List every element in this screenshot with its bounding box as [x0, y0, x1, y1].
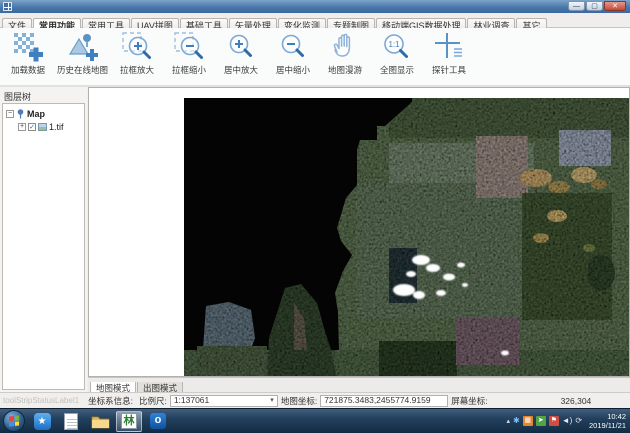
toolbar-button-label: 探针工具	[432, 64, 466, 76]
layer-node-label: 1.tif	[49, 122, 64, 132]
box-zoom-in-icon	[121, 31, 153, 63]
close-button[interactable]: ✕	[604, 1, 626, 11]
status-strip-label: toolStripStatusLabel1	[3, 396, 79, 405]
toolbar-button-label: 全图显示	[380, 64, 414, 76]
windows-logo-icon	[9, 415, 19, 426]
taskbar-button-capture-app[interactable]: o	[145, 411, 171, 432]
map-coord-label: 地图坐标:	[281, 395, 317, 407]
center-zoom-in-icon	[225, 31, 257, 63]
pan-hand-icon	[329, 31, 361, 63]
layer-visibility-checkbox[interactable]: ✓	[28, 123, 36, 131]
layer-tree-node-1.tif[interactable]: +✓ 1.tif	[18, 120, 84, 133]
box-zoom-out-icon	[173, 31, 205, 63]
history-online-map-icon	[67, 31, 99, 63]
map-coord-field[interactable]: 721875.3483,2455774.9159	[320, 395, 448, 407]
chevron-down-icon[interactable]: ▾	[270, 395, 274, 406]
toolbar-button-label: 地图漫游	[328, 64, 362, 76]
probe-tool-icon	[433, 31, 465, 63]
tray-icons: ✱▦➤⚑◄)⟳	[513, 416, 582, 426]
windows-taskbar: ★ 林o ▴ ✱▦➤⚑◄)⟳ 10:42 2019/11/21	[0, 408, 630, 433]
status-bar: toolStripStatusLabel1 坐标系信息: 比例尺: 1:1370…	[0, 392, 630, 408]
toolbar-button-label: 拉框缩小	[172, 64, 206, 76]
crs-label: 坐标系信息:	[88, 395, 133, 407]
map-pin-icon	[16, 109, 25, 119]
tree-expander-icon[interactable]: −	[6, 110, 14, 118]
scale-combobox[interactable]: 1:137061 ▾	[170, 395, 278, 407]
start-button[interactable]	[3, 410, 25, 432]
map-canvas[interactable]	[88, 87, 630, 377]
scale-label: 比例尺:	[139, 395, 167, 407]
layer-panel: 图层树 − Map+✓ 1.tif	[0, 87, 87, 392]
tray-snowflake-icon[interactable]: ✱	[513, 416, 520, 426]
screen-coord-value: 326,304	[561, 396, 592, 406]
toolbar-full-extent-button[interactable]: 1:1 全图显示	[371, 30, 423, 77]
map-raster	[89, 88, 630, 377]
taskbar-button-notepad-app[interactable]	[58, 411, 84, 432]
maximize-button[interactable]: ▢	[586, 1, 603, 11]
tray-volume-icon[interactable]: ◄)	[562, 416, 573, 426]
layer-tree: − Map+✓ 1.tif	[2, 103, 85, 390]
toolbar-button-label: 历史在线地图	[57, 64, 108, 76]
center-zoom-out-icon	[277, 31, 309, 63]
tray-green-icon[interactable]: ➤	[536, 416, 546, 426]
layer-panel-title: 图层树	[0, 87, 87, 103]
toolbar-pan-hand-button[interactable]: 地图漫游	[319, 30, 371, 77]
system-tray: ▴ ✱▦➤⚑◄)⟳ 10:42 2019/11/21	[507, 412, 630, 430]
toolbar-button-label: 加载数据	[11, 64, 45, 76]
layer-tree-node-Map[interactable]: − Map	[6, 107, 84, 120]
ribbon-toolbar: 加载数据历史在线地图拉框放大 拉框缩小 居中放大 居中缩小 地图漫游 1:1 全图显示 探针工…	[0, 28, 630, 87]
taskbar-button-explorer-folder-app[interactable]	[87, 411, 113, 432]
tray-flag-icon[interactable]: ⚑	[549, 416, 559, 426]
full-extent-icon: 1:1	[381, 31, 413, 63]
menu-tabs: 文件常用功能常用工具UAV拼图基础工具矢量处理变化监测专题制图移动端GIS数据处…	[0, 13, 630, 28]
toolbar-button-label: 居中放大	[224, 64, 258, 76]
raster-thumbnail-icon	[38, 123, 47, 131]
toolbar-probe-tool-button[interactable]: 探针工具	[423, 30, 475, 77]
taskbar-apps: ★ 林o	[29, 411, 171, 432]
toolbar-box-zoom-in-button[interactable]: 拉框放大	[111, 30, 163, 77]
toolbar-button-label: 拉框放大	[120, 64, 154, 76]
tray-sync-icon[interactable]: ⟳	[575, 416, 582, 426]
tray-grid-icon[interactable]: ▦	[523, 416, 533, 426]
taskbar-button-forest-gis-app[interactable]: 林	[116, 411, 142, 432]
map-mode-tabs: 地图模式出图模式	[88, 377, 630, 392]
minimize-button[interactable]: —	[568, 1, 585, 11]
app-grid-icon	[3, 2, 12, 11]
taskbar-button-star-messenger-app[interactable]: ★	[29, 411, 55, 432]
svg-text:1:1: 1:1	[388, 40, 400, 49]
screen-coord-label: 屏幕坐标:	[451, 395, 487, 407]
tree-expander-icon[interactable]: +	[18, 123, 26, 131]
show-hidden-icons-button[interactable]: ▴	[507, 417, 511, 425]
layer-node-label: Map	[27, 109, 45, 119]
title-bar: — ▢ ✕	[0, 0, 630, 14]
toolbar-history-online-map-button[interactable]: 历史在线地图	[54, 30, 111, 77]
toolbar-center-zoom-in-button[interactable]: 居中放大	[215, 30, 267, 77]
load-data-icon	[12, 31, 44, 63]
taskbar-clock[interactable]: 10:42 2019/11/21	[589, 412, 626, 430]
toolbar-button-label: 居中缩小	[276, 64, 310, 76]
toolbar-box-zoom-out-button[interactable]: 拉框缩小	[163, 30, 215, 77]
toolbar-center-zoom-out-button[interactable]: 居中缩小	[267, 30, 319, 77]
toolbar-load-data-button[interactable]: 加载数据	[2, 30, 54, 77]
